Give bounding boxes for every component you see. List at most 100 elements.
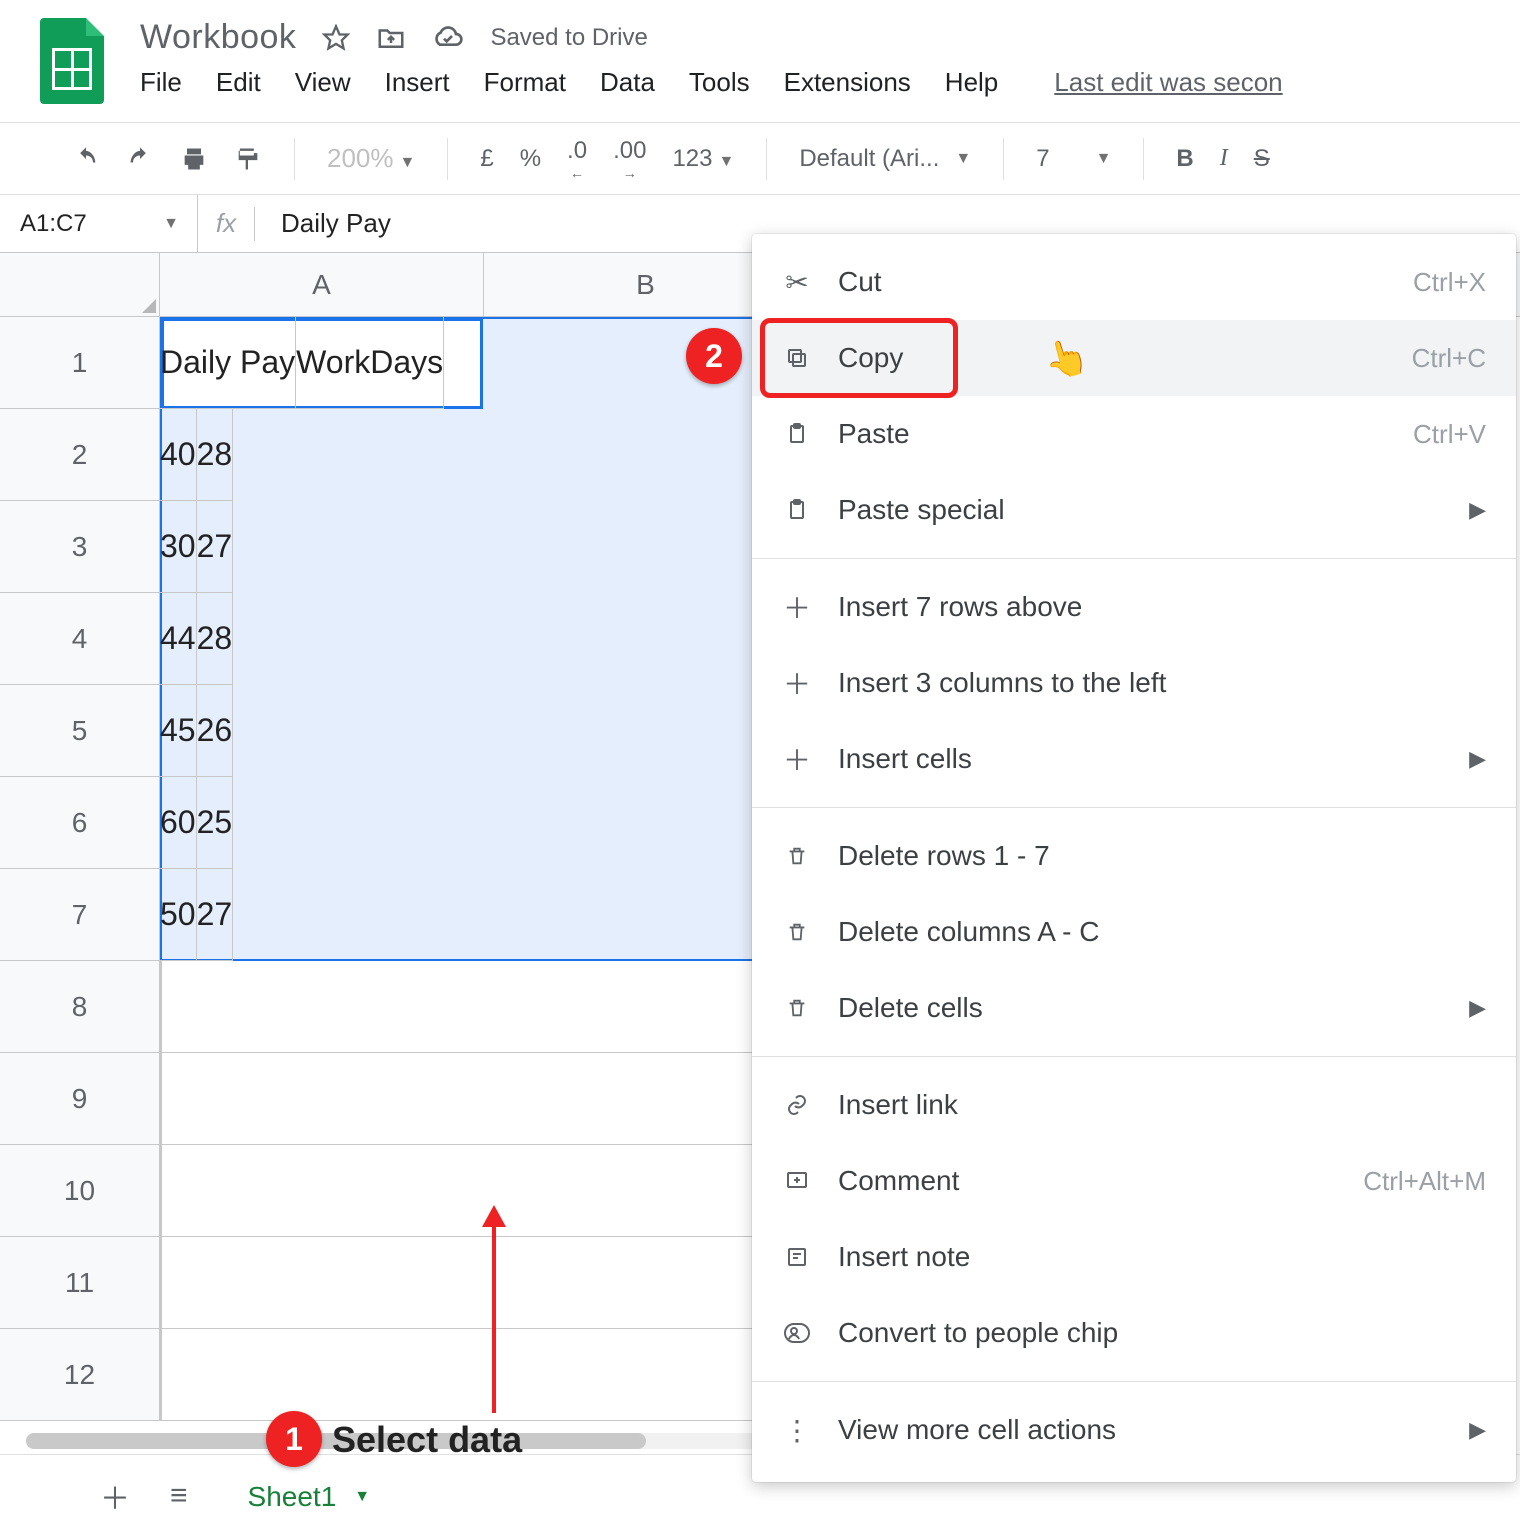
cell-A6[interactable]: 60 xyxy=(160,777,197,869)
ctx-insert-cols[interactable]: ＋ Insert 3 columns to the left xyxy=(752,645,1516,721)
star-icon[interactable] xyxy=(322,24,350,52)
trash-icon xyxy=(774,921,820,943)
trash-icon xyxy=(774,845,820,867)
note-icon xyxy=(774,1245,820,1269)
row-header-4[interactable]: 4 xyxy=(0,593,160,685)
font-select[interactable]: Default (Ari...▼ xyxy=(799,145,971,173)
cell-B11[interactable] xyxy=(161,1237,162,1329)
cell-B3[interactable]: 27 xyxy=(197,501,234,593)
italic-icon[interactable]: I xyxy=(1220,145,1228,172)
people-chip-icon xyxy=(774,1323,820,1343)
increase-decimal-icon[interactable]: .00→ xyxy=(613,137,646,181)
menu-help[interactable]: Help xyxy=(945,67,998,98)
menu-file[interactable]: File xyxy=(140,67,182,98)
ctx-delete-rows[interactable]: Delete rows 1 - 7 xyxy=(752,818,1516,894)
cut-icon: ✂ xyxy=(774,266,820,299)
zoom-select[interactable]: 200%▼ xyxy=(327,143,415,174)
ctx-people-chip[interactable]: Convert to people chip xyxy=(752,1295,1516,1371)
annotation-step2-badge: 2 xyxy=(686,328,742,384)
row-header-5[interactable]: 5 xyxy=(0,685,160,777)
cell-B6[interactable]: 25 xyxy=(197,777,234,869)
cell-B4[interactable]: 28 xyxy=(197,593,234,685)
more-icon: ⋮ xyxy=(774,1414,820,1447)
cell-B10[interactable] xyxy=(161,1145,162,1237)
cell-A1[interactable]: Daily Pay xyxy=(160,317,296,409)
cloud-saved-icon xyxy=(432,22,464,54)
ctx-paste[interactable]: Paste Ctrl+V xyxy=(752,396,1516,472)
menu-insert[interactable]: Insert xyxy=(385,67,450,98)
row-header-9[interactable]: 9 xyxy=(0,1053,160,1145)
cell-B9[interactable] xyxy=(161,1053,162,1145)
menu-edit[interactable]: Edit xyxy=(216,67,261,98)
percent-icon[interactable]: % xyxy=(520,145,541,173)
font-size-select[interactable]: 7▼ xyxy=(1036,145,1111,173)
move-folder-icon[interactable] xyxy=(376,23,406,53)
cell-B5[interactable]: 26 xyxy=(197,685,234,777)
doc-title[interactable]: Workbook xyxy=(140,18,296,57)
cell-B8[interactable] xyxy=(161,961,162,1053)
row-header-11[interactable]: 11 xyxy=(0,1237,160,1329)
annotation-arrow xyxy=(492,1209,496,1413)
annotation-step1-label: Select data xyxy=(332,1419,522,1461)
row-header-12[interactable]: 12 xyxy=(0,1329,160,1421)
add-sheet-icon[interactable]: ＋ xyxy=(100,1474,130,1518)
cell-A2[interactable]: 40 xyxy=(160,409,197,501)
ctx-comment[interactable]: Comment Ctrl+Alt+M xyxy=(752,1143,1516,1219)
last-edit[interactable]: Last edit was secon xyxy=(1054,67,1282,98)
ctx-cut[interactable]: ✂ Cut Ctrl+X xyxy=(752,244,1516,320)
menubar: File Edit View Insert Format Data Tools … xyxy=(140,67,1283,98)
cell-A3[interactable]: 30 xyxy=(160,501,197,593)
menu-tools[interactable]: Tools xyxy=(689,67,750,98)
cell-B7[interactable]: 27 xyxy=(197,869,234,961)
cell-B12[interactable] xyxy=(161,1329,162,1421)
cell-B1[interactable]: WorkDays xyxy=(296,317,444,409)
col-header-A[interactable]: A xyxy=(160,253,484,317)
ctx-insert-cells[interactable]: ＋ Insert cells ▶ xyxy=(752,721,1516,797)
currency-icon[interactable]: £ xyxy=(480,145,493,173)
menu-format[interactable]: Format xyxy=(484,67,566,98)
sheet-tab-1[interactable]: Sheet1▼ xyxy=(228,1455,391,1536)
plus-icon: ＋ xyxy=(774,663,820,703)
ctx-insert-note[interactable]: Insert note xyxy=(752,1219,1516,1295)
ctx-more-actions[interactable]: ⋮ View more cell actions ▶ xyxy=(752,1392,1516,1468)
strike-icon[interactable]: S xyxy=(1254,145,1270,173)
app-icon[interactable] xyxy=(40,18,104,104)
all-sheets-icon[interactable]: ≡ xyxy=(170,1479,188,1513)
menu-data[interactable]: Data xyxy=(600,67,655,98)
toolbar: 200%▼ £ % .0← .00→ 123▼ Default (Ari...▼… xyxy=(0,123,1520,195)
row-header-7[interactable]: 7 xyxy=(0,869,160,961)
format-number-select[interactable]: 123▼ xyxy=(672,145,734,173)
paint-format-icon[interactable] xyxy=(234,145,262,173)
row-header-6[interactable]: 6 xyxy=(0,777,160,869)
menu-extensions[interactable]: Extensions xyxy=(784,67,911,98)
decrease-decimal-icon[interactable]: .0← xyxy=(567,137,587,181)
ctx-delete-cells[interactable]: Delete cells ▶ xyxy=(752,970,1516,1046)
paste-special-icon xyxy=(774,498,820,522)
cell-B2[interactable]: 28 xyxy=(197,409,234,501)
formula-input[interactable]: Daily Pay xyxy=(255,208,391,239)
plus-icon: ＋ xyxy=(774,739,820,779)
ctx-insert-link[interactable]: Insert link xyxy=(752,1067,1516,1143)
print-icon[interactable] xyxy=(180,145,208,173)
cell-A5[interactable]: 45 xyxy=(160,685,197,777)
undo-icon[interactable] xyxy=(72,145,100,173)
ctx-paste-special[interactable]: Paste special ▶ xyxy=(752,472,1516,548)
ctx-copy[interactable]: Copy Ctrl+C xyxy=(752,320,1516,396)
ctx-delete-cols[interactable]: Delete columns A - C xyxy=(752,894,1516,970)
row-header-1[interactable]: 1 xyxy=(0,317,160,409)
row-header-10[interactable]: 10 xyxy=(0,1145,160,1237)
cell-A7[interactable]: 50 xyxy=(160,869,197,961)
row-header-8[interactable]: 8 xyxy=(0,961,160,1053)
cell-A4[interactable]: 44 xyxy=(160,593,197,685)
row-header-2[interactable]: 2 xyxy=(0,409,160,501)
name-box[interactable]: A1:C7▼ xyxy=(0,195,198,252)
ctx-insert-rows[interactable]: ＋ Insert 7 rows above xyxy=(752,569,1516,645)
menu-view[interactable]: View xyxy=(295,67,351,98)
plus-icon: ＋ xyxy=(774,587,820,627)
context-menu: ✂ Cut Ctrl+X Copy Ctrl+C Paste Ctrl+V Pa… xyxy=(752,234,1516,1482)
bold-icon[interactable]: B xyxy=(1176,145,1193,173)
redo-icon[interactable] xyxy=(126,145,154,173)
select-all-corner[interactable] xyxy=(0,253,160,317)
row-header-3[interactable]: 3 xyxy=(0,501,160,593)
paste-icon xyxy=(774,422,820,446)
